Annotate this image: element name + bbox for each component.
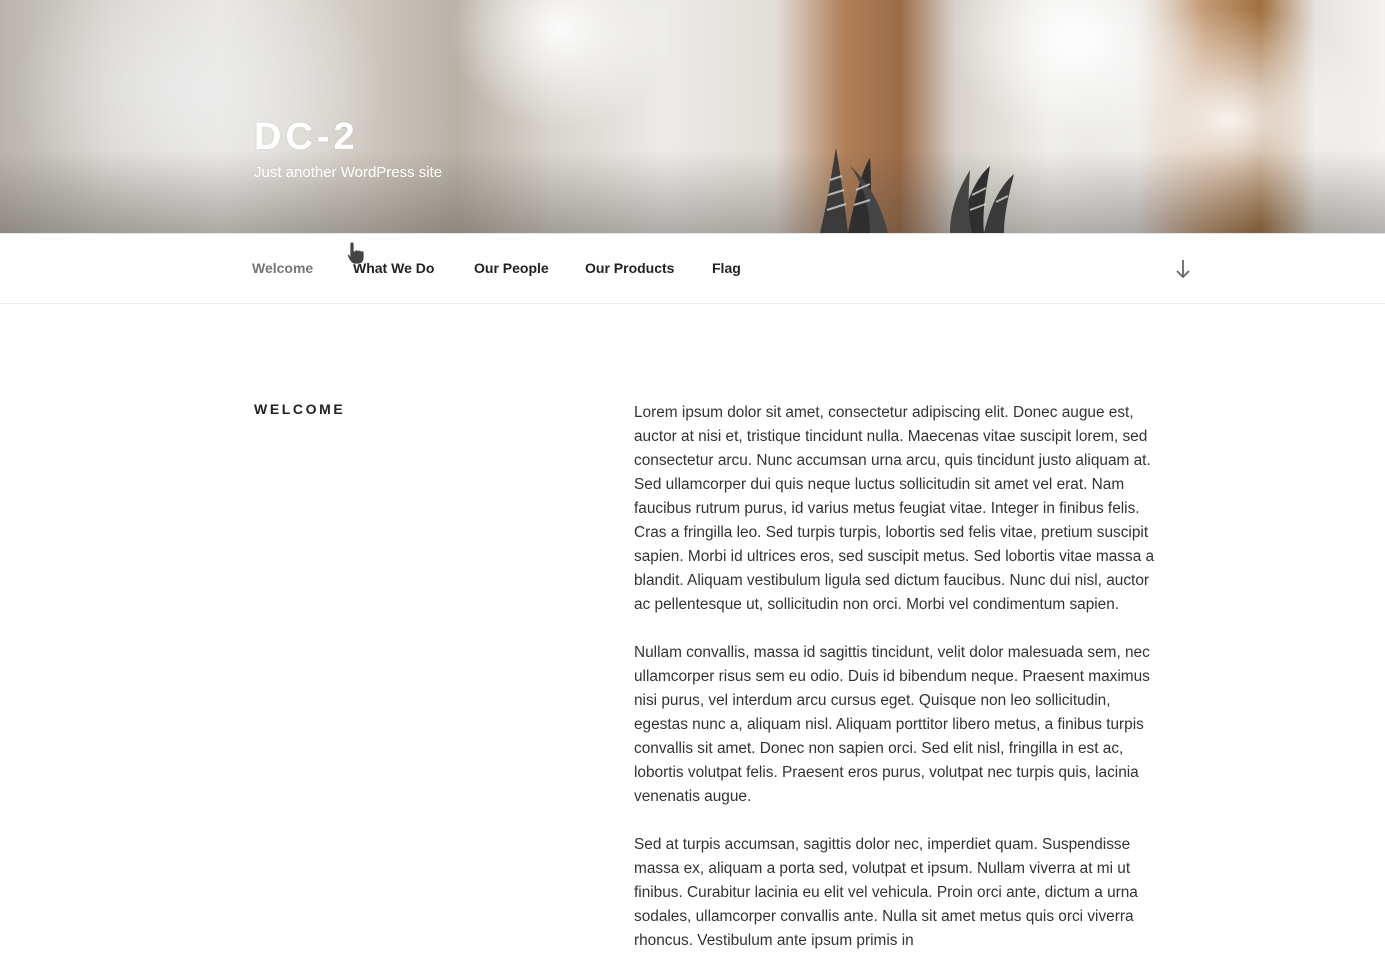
nav-item-our-people[interactable]: Our People [474,260,549,276]
entry-content: Lorem ipsum dolor sit amet, consectetur … [634,401,1160,963]
plant-image [820,148,1014,233]
arrow-down-icon[interactable] [1173,258,1193,280]
paragraph: Lorem ipsum dolor sit amet, consectetur … [634,404,1155,613]
nav-item-our-products[interactable]: Our Products [585,260,674,276]
banner-shade [0,150,1385,233]
page: DC-2 Just another WordPress site Welcome… [0,0,1385,963]
nav-item-welcome[interactable]: Welcome [252,260,313,276]
site-title[interactable]: DC-2 [254,116,359,159]
paragraph: Nullam convallis, massa id sagittis tinc… [634,644,1150,805]
site-tagline: Just another WordPress site [254,164,443,181]
header-banner-image: DC-2 Just another WordPress site [0,0,1385,233]
main-navigation: Welcome What We Do Our People Our Produc… [0,233,1385,304]
nav-item-flag[interactable]: Flag [712,260,741,276]
hand-pointer-icon [347,241,365,265]
paragraph: Sed at turpis accumsan, sagittis dolor n… [634,836,1138,949]
page-title: Welcome [254,401,346,417]
